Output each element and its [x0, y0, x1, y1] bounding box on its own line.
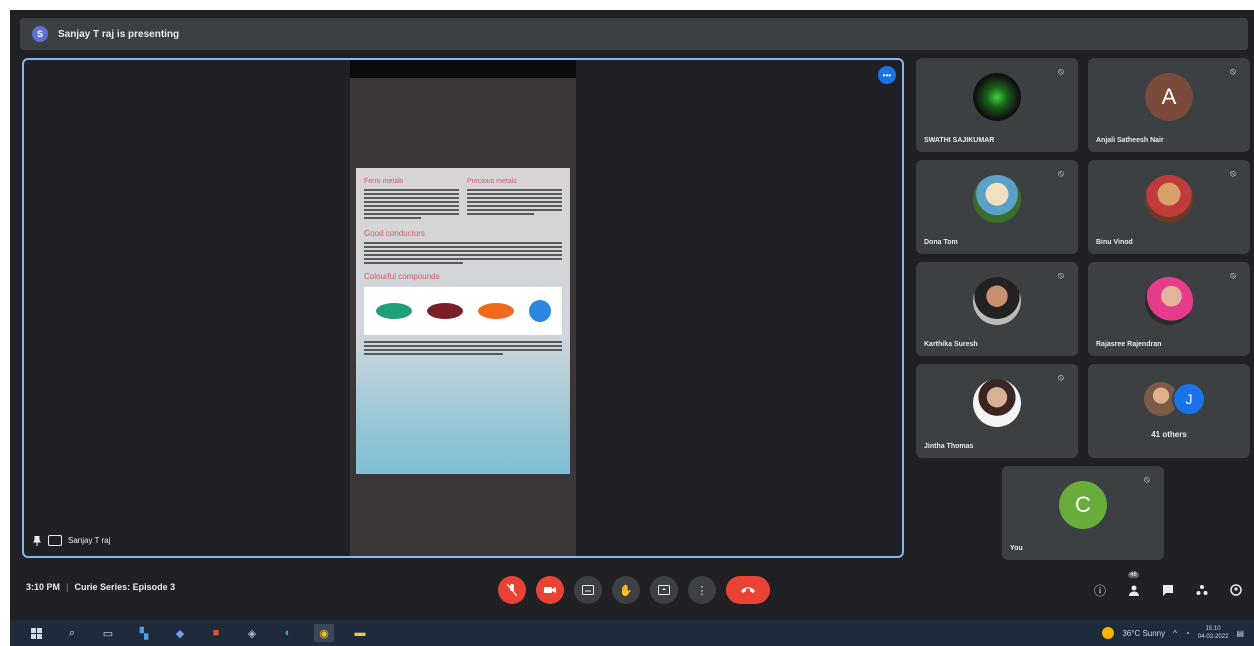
presenter-label: Sanjay T raj [32, 535, 110, 546]
clock[interactable]: 15:10 04-02-2022 [1198, 625, 1229, 641]
activities-button[interactable] [1192, 580, 1212, 600]
mic-off-icon: ⦸ [1230, 270, 1236, 280]
leave-call-button[interactable] [726, 576, 770, 604]
chat-button[interactable] [1158, 580, 1178, 600]
shared-screen: Ferro metals Precious metals Good conduc… [350, 60, 576, 556]
compound-swatches [364, 287, 562, 335]
others-avatars: J [1144, 382, 1206, 416]
mic-off-icon: ⦸ [1058, 168, 1064, 178]
presenting-banner: S Sanjay T raj is presenting [20, 18, 1248, 50]
doc-section-compounds: Colourful compounds [364, 272, 440, 281]
meeting-time: 3:10 PM [26, 582, 61, 592]
raise-hand-button[interactable]: ✋ [612, 576, 640, 604]
participant-name: Karthika Suresh [924, 341, 978, 348]
participant-name: Dona Tom [924, 239, 958, 246]
participant-name: Anjali Satheesh Nair [1096, 137, 1164, 144]
separator: | [66, 582, 69, 592]
more-options-button[interactable]: ⋮ [688, 576, 716, 604]
swatch-maroon [426, 303, 463, 319]
participant-name: Rajasree Rajendran [1096, 341, 1162, 348]
mic-off-icon: ⦸ [1230, 66, 1236, 76]
main-stage[interactable]: Ferro metals Precious metals Good conduc… [22, 58, 904, 558]
participant-tile[interactable]: ⦸ Binu Vinod [1088, 160, 1250, 254]
swatch-blue [528, 300, 551, 322]
doc-section-conductors: Good conductors [364, 229, 425, 238]
participant-avatar [973, 73, 1021, 122]
host-controls-button[interactable] [1226, 580, 1246, 600]
participant-tile[interactable]: ⦸ Jintha Thomas [916, 364, 1078, 458]
self-name: You [1010, 545, 1023, 552]
file-explorer-icon[interactable]: ▬ [350, 624, 370, 642]
widgets-icon[interactable]: ▚ [134, 624, 154, 642]
participant-name: Binu Vinod [1096, 239, 1133, 246]
chrome-browser-icon[interactable]: ◉ [314, 624, 334, 642]
wifi-icon[interactable]: ◔ [1185, 629, 1190, 638]
meeting-title: Curie Series: Episode 3 [74, 582, 176, 592]
screen-top-bar [350, 60, 576, 78]
presenting-text: Sanjay T raj is presenting [58, 28, 180, 40]
edge-browser-icon[interactable]: ◐ [278, 624, 298, 642]
mic-toggle-button[interactable] [498, 576, 526, 604]
self-tile[interactable]: C ⦸ You [1002, 466, 1164, 560]
presenter-name: Sanjay T raj [68, 536, 111, 545]
present-now-button[interactable] [650, 576, 678, 604]
participant-tile[interactable]: ⦸ Rajasree Rajendran [1088, 262, 1250, 356]
doc-heading-left: Ferro metals [364, 178, 404, 185]
clock-date: 04-02-2022 [1197, 634, 1229, 640]
info-button[interactable]: ⓘ [1090, 580, 1110, 600]
participant-tile[interactable]: A ⦸ Anjali Satheesh Nair [1088, 58, 1250, 152]
office-icon[interactable]: ■ [206, 624, 226, 642]
teams-icon[interactable]: ◆ [170, 624, 190, 642]
clock-time: 15:10 [1205, 626, 1221, 632]
people-button[interactable]: 48 [1124, 572, 1144, 600]
audio-indicator-icon: ••• [878, 66, 896, 84]
mic-off-icon: ⦸ [1230, 168, 1236, 178]
search-icon[interactable]: ⌕ [62, 624, 82, 642]
presentation-icon [48, 535, 62, 546]
presenter-avatar: S [32, 26, 48, 42]
weather-text[interactable]: 36°C Sunny [1122, 629, 1165, 638]
self-avatar: C [1059, 481, 1107, 530]
doc-heading-right: Precious metals [467, 178, 517, 185]
camera-toggle-button[interactable] [536, 576, 564, 604]
participant-tile[interactable]: ⦸ Dona Tom [916, 160, 1078, 254]
system-tray: 36°C Sunny ^ ◔ 15:10 04-02-2022 ▤ [1102, 620, 1244, 646]
os-taskbar: ⌕ ▭ ▚ ◆ ■ ◈ ◐ ◉ ▬ 36°C Sunny ^ ◔ 15:10 0… [10, 620, 1254, 646]
tray-chevron-icon[interactable]: ^ [1173, 629, 1177, 638]
side-controls: ⓘ 48 [1090, 572, 1246, 600]
participant-name: SWATHI SAJIKUMAR [924, 137, 995, 144]
others-tile[interactable]: J 41 others [1088, 364, 1250, 458]
call-controls: ✋ ⋮ [498, 576, 770, 604]
task-view-icon[interactable]: ▭ [98, 624, 118, 642]
participant-avatar [1145, 175, 1193, 224]
mic-off-icon: ⦸ [1058, 66, 1064, 76]
participant-tile[interactable]: ⦸ Karthika Suresh [916, 262, 1078, 356]
others-avatar-letter: J [1172, 382, 1206, 416]
others-count: 41 others [1151, 430, 1187, 439]
windows-start-icon[interactable] [26, 624, 46, 642]
participant-name: Jintha Thomas [924, 443, 974, 450]
weather-sun-icon [1102, 627, 1115, 639]
mic-off-icon: ⦸ [1144, 474, 1150, 484]
participant-avatar [973, 277, 1021, 326]
meeting-details[interactable]: 3:10 PM | Curie Series: Episode 3 [26, 582, 175, 592]
participant-avatar [973, 175, 1021, 224]
participant-avatar [1145, 277, 1193, 326]
app-icon[interactable]: ◈ [242, 624, 262, 642]
participant-tile[interactable]: ⦸ SWATHI SAJIKUMAR [916, 58, 1078, 152]
mic-off-icon: ⦸ [1058, 372, 1064, 382]
document-page: Ferro metals Precious metals Good conduc… [356, 168, 570, 474]
participant-avatar [973, 379, 1021, 428]
people-count: 48 [1128, 572, 1139, 578]
captions-button[interactable] [574, 576, 602, 604]
meet-window: S Sanjay T raj is presenting Ferro metal… [10, 10, 1254, 620]
mic-off-icon: ⦸ [1058, 270, 1064, 280]
swatch-orange [477, 303, 514, 319]
pin-icon[interactable] [32, 535, 42, 546]
participant-avatar: A [1145, 73, 1193, 122]
notification-icon[interactable]: ▤ [1236, 629, 1244, 638]
swatch-green [375, 303, 412, 319]
